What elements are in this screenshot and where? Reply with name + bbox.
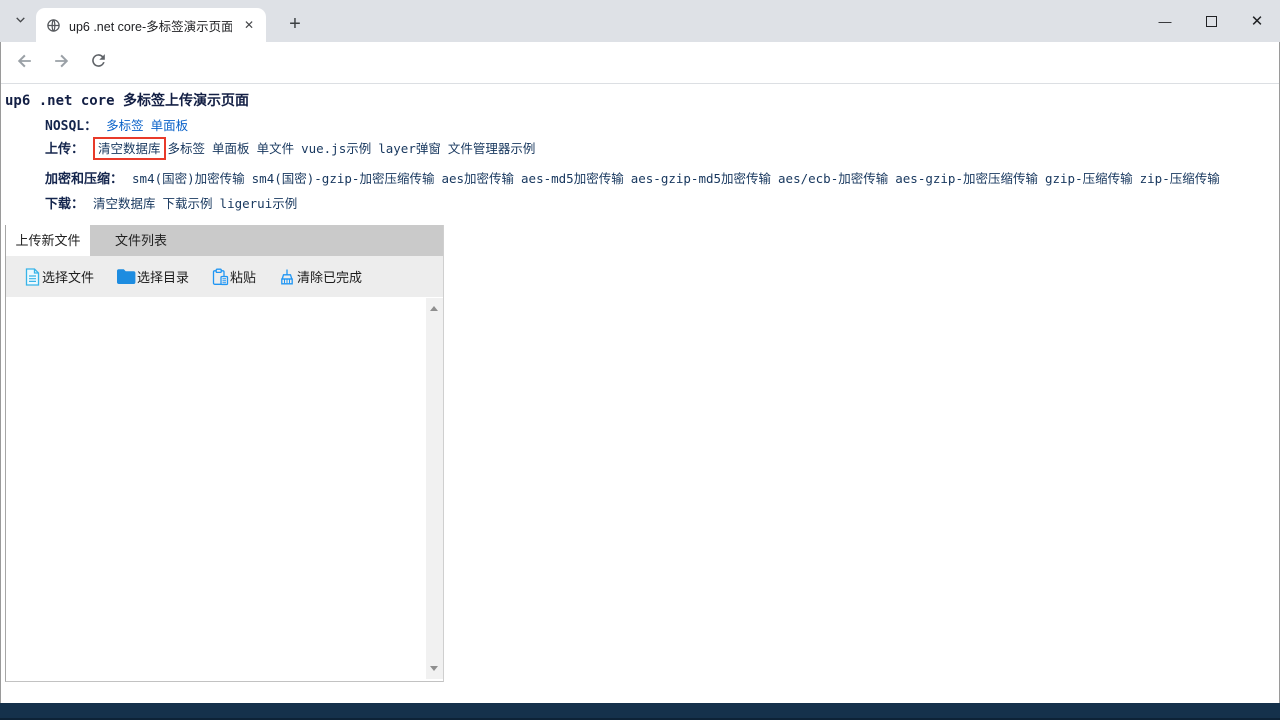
globe-favicon-icon	[46, 18, 61, 33]
arrow-right-icon	[51, 51, 71, 76]
arrow-left-icon	[15, 51, 35, 76]
tool-label: 选择文件	[42, 267, 94, 286]
panel-tabstrip: 上传新文件文件列表	[6, 225, 443, 256]
file-icon	[24, 268, 41, 286]
paste-icon	[211, 268, 229, 286]
nav-link[interactable]: vue.js示例	[301, 141, 371, 156]
nav-row-label: 下载：	[45, 197, 84, 212]
nav-link[interactable]: aes/ecb-加密传输	[778, 171, 888, 186]
tool-file-button[interactable]: 选择文件	[24, 267, 94, 286]
scroll-up-icon[interactable]	[430, 306, 438, 311]
tool-label: 选择目录	[137, 267, 189, 286]
panel-tab-active[interactable]: 上传新文件	[6, 225, 90, 256]
maximize-icon	[1206, 16, 1217, 27]
nav-link[interactable]: zip-压缩传输	[1140, 171, 1220, 186]
tab-search-button[interactable]	[7, 9, 33, 35]
maximize-button[interactable]	[1188, 0, 1234, 42]
nav-link-highlighted[interactable]: 清空数据库	[93, 137, 166, 160]
scroll-down-icon[interactable]	[430, 666, 438, 671]
tab-close-icon[interactable]: ✕	[240, 16, 258, 34]
window-controls: — ✕	[1142, 0, 1280, 42]
tab-title: up6 .net core-多标签演示页面	[69, 16, 232, 35]
new-tab-button[interactable]: +	[282, 11, 308, 37]
nav-row-1: 上传： 清空数据库多标签单面板单文件 vue.js示例 layer弹窗文件管理器示例	[45, 138, 542, 157]
nav-row-3: 下载： 清空数据库下载示例 ligerui示例	[45, 193, 304, 212]
nav-link[interactable]: gzip-压缩传输	[1045, 171, 1133, 186]
nav-link[interactable]: aes-gzip-加密压缩传输	[895, 171, 1038, 186]
nav-link[interactable]: sm4(国密)加密传输	[132, 171, 245, 186]
nav-link[interactable]: aes-gzip-md5加密传输	[631, 171, 771, 186]
nav-link[interactable]: aes-md5加密传输	[521, 171, 624, 186]
tool-folder-button[interactable]: 选择目录	[116, 267, 189, 286]
panel-scrollbar[interactable]	[426, 298, 443, 679]
panel-tab-inactive[interactable]: 文件列表	[90, 225, 192, 256]
broom-icon	[278, 268, 296, 286]
folder-icon	[116, 268, 136, 285]
nav-link[interactable]: 文件管理器示例	[448, 141, 536, 156]
tool-paste-button[interactable]: 粘贴	[211, 267, 256, 286]
nav-link[interactable]: 单面板	[151, 118, 189, 133]
nav-link[interactable]: aes加密传输	[441, 171, 514, 186]
close-button[interactable]: ✕	[1234, 0, 1280, 42]
nav-link[interactable]: 多标签	[168, 141, 206, 156]
tool-broom-button[interactable]: 清除已完成	[278, 267, 362, 286]
bottom-edge-bar	[0, 703, 1280, 720]
nav-link[interactable]: layer弹窗	[378, 141, 441, 156]
nav-row-label: 上传：	[45, 142, 84, 157]
chevron-down-icon	[14, 13, 27, 31]
forward-button[interactable]	[49, 51, 73, 75]
nav-link[interactable]: 清空数据库	[93, 196, 156, 211]
browser-toolbar: localhost:5135/index.html	[0, 42, 1280, 84]
nav-link[interactable]: sm4(国密)-gzip-加密压缩传输	[252, 171, 435, 186]
browser-tab[interactable]: up6 .net core-多标签演示页面 ✕	[36, 8, 266, 42]
page-content: up6 .net core 多标签上传演示页面 NOSQL：多标签单面板上传：清…	[1, 84, 1279, 703]
nav-link[interactable]: 单面板	[212, 141, 250, 156]
reload-button[interactable]	[86, 51, 110, 75]
page-title: up6 .net core 多标签上传演示页面	[5, 90, 249, 110]
nav-link[interactable]: 下载示例	[163, 196, 213, 211]
upload-list-area	[6, 297, 443, 680]
nav-row-label: NOSQL：	[45, 119, 97, 134]
nav-link[interactable]: ligerui示例	[220, 196, 298, 211]
nav-row-label: 加密和压缩：	[45, 172, 123, 187]
nav-link[interactable]: 多标签	[106, 118, 144, 133]
nav-link[interactable]: 单文件	[257, 141, 295, 156]
nav-row-2: 加密和压缩： sm4(国密)加密传输 sm4(国密)-gzip-加密压缩传输 aes加…	[45, 168, 1227, 187]
tool-label: 清除已完成	[297, 267, 362, 286]
upload-panel: 上传新文件文件列表 选择文件 选择目录 粘贴 清除已完成	[5, 225, 444, 682]
nav-row-0: NOSQL： 多标签单面板	[45, 115, 195, 134]
back-button[interactable]	[13, 51, 37, 75]
refresh-icon	[89, 51, 108, 75]
tool-label: 粘贴	[230, 267, 256, 286]
panel-toolbar: 选择文件 选择目录 粘贴 清除已完成	[6, 256, 443, 297]
minimize-button[interactable]: —	[1142, 0, 1188, 42]
browser-titlebar: up6 .net core-多标签演示页面 ✕ + — ✕	[0, 0, 1280, 42]
